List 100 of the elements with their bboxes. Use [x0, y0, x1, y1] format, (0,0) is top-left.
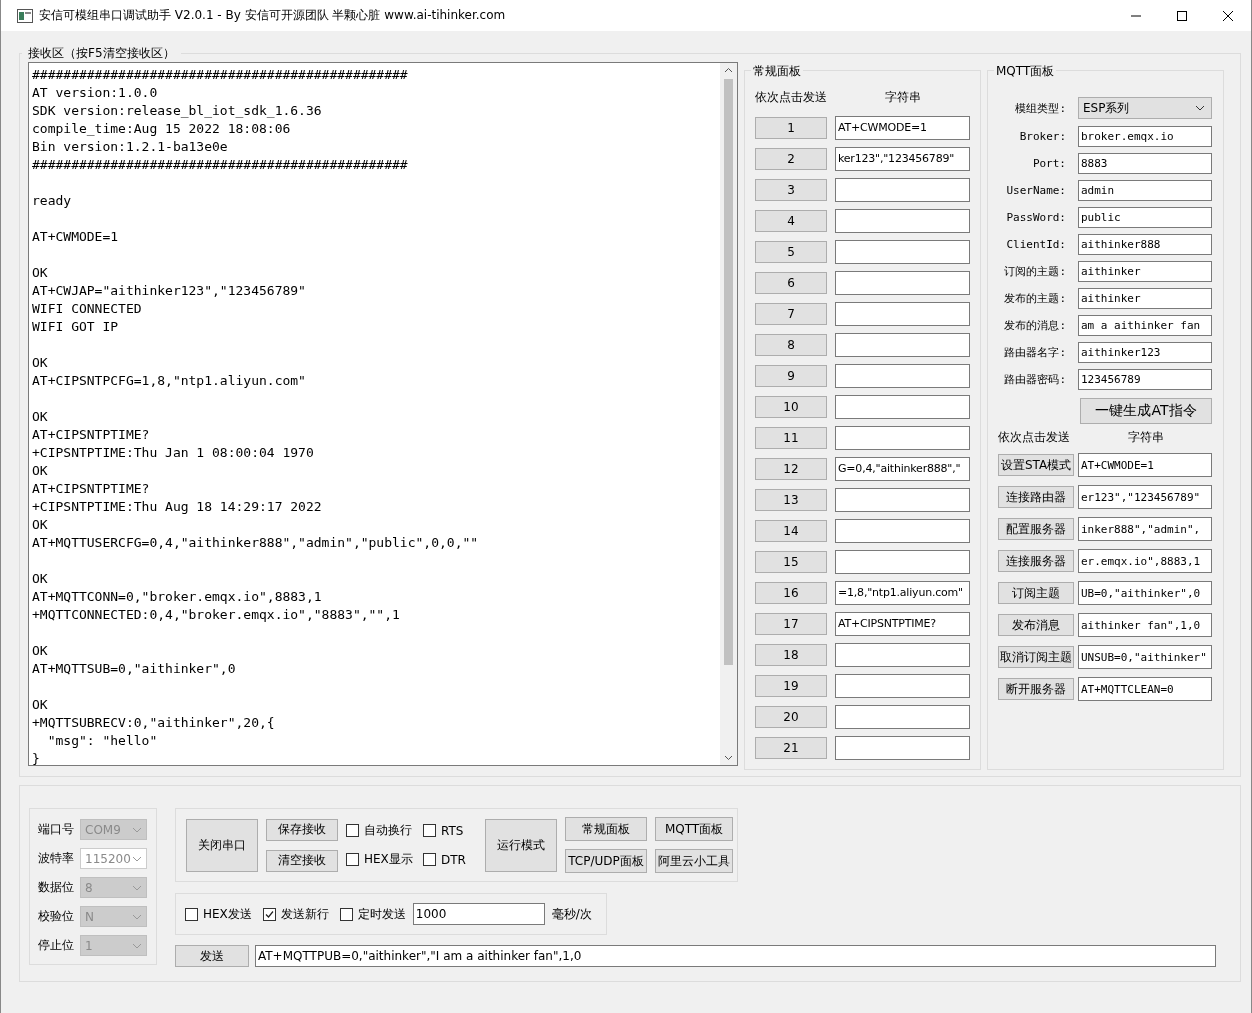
- panel-button[interactable]: TCP/UDP面板: [565, 849, 647, 873]
- send-button[interactable]: 18: [755, 643, 827, 666]
- scroll-up-icon[interactable]: [724, 67, 733, 73]
- checkbox[interactable]: [339, 907, 353, 921]
- send-button[interactable]: 21: [755, 736, 827, 759]
- input-field[interactable]: [835, 239, 970, 264]
- app-icon: [17, 8, 33, 23]
- command-button[interactable]: 设置STA模式: [998, 454, 1074, 476]
- panel-button[interactable]: MQTT面板: [655, 817, 733, 841]
- command-button[interactable]: 发布消息: [998, 614, 1074, 636]
- input-field[interactable]: [835, 332, 970, 357]
- command-button[interactable]: 断开服务器: [998, 678, 1074, 700]
- input-field[interactable]: ker123","123456789": [835, 146, 970, 171]
- close-port-button[interactable]: 关闭串口: [186, 818, 258, 872]
- input-field[interactable]: broker.emqx.io: [1078, 126, 1212, 147]
- send-button[interactable]: 1: [755, 116, 827, 139]
- checkbox-label: 发送新行: [280, 905, 329, 923]
- interval-field[interactable]: 1000: [412, 903, 545, 925]
- input-field[interactable]: UNSUB=0,"aithinker": [1078, 645, 1212, 669]
- close-icon[interactable]: [1222, 9, 1234, 22]
- send-button[interactable]: 4: [755, 209, 827, 232]
- input-field[interactable]: [835, 208, 970, 233]
- checkbox[interactable]: [423, 824, 436, 837]
- send-button[interactable]: 20: [755, 705, 827, 728]
- send-button[interactable]: 17: [755, 612, 827, 635]
- send-button[interactable]: 5: [755, 240, 827, 263]
- input-field[interactable]: AT+CWMODE=1: [835, 115, 970, 140]
- input-field[interactable]: [835, 735, 970, 760]
- send-button[interactable]: 11: [755, 426, 827, 449]
- input-field[interactable]: aithinker123: [1078, 342, 1212, 363]
- checkbox[interactable]: [346, 853, 359, 866]
- input-field[interactable]: [835, 270, 970, 295]
- field-label: 路由器名字:: [1003, 345, 1067, 360]
- save-button[interactable]: 保存接收: [266, 818, 338, 841]
- panel-button[interactable]: 阿里云小工具: [655, 849, 733, 873]
- input-field[interactable]: [835, 518, 970, 543]
- input-field[interactable]: [835, 394, 970, 419]
- field-label: 校验位: [38, 908, 75, 925]
- input-field[interactable]: AT+MQTTCLEAN=0: [1078, 677, 1212, 701]
- input-field[interactable]: [835, 487, 970, 512]
- input-field[interactable]: [835, 425, 970, 450]
- input-field[interactable]: [835, 673, 970, 698]
- command-button[interactable]: 订阅主题: [998, 582, 1074, 604]
- run-mode-button[interactable]: 运行模式: [485, 818, 557, 872]
- command-button[interactable]: 连接路由器: [998, 486, 1074, 508]
- send-input-field[interactable]: AT+MQTTPUB=0,"aithinker","I am a aithinker fan",1,0: [255, 945, 1216, 967]
- input-field[interactable]: am a aithinker fan: [1078, 315, 1212, 336]
- generate-button[interactable]: 一键生成AT指令: [1080, 398, 1212, 424]
- checkbox[interactable]: [262, 907, 276, 921]
- input-field[interactable]: aithinker fan",1,0: [1078, 613, 1212, 637]
- module-type-dropdown[interactable]: ESP系列: [1078, 97, 1212, 119]
- input-field[interactable]: AT+CWMODE=1: [1078, 453, 1212, 477]
- send-button[interactable]: 13: [755, 488, 827, 511]
- input-field[interactable]: 123456789: [1078, 369, 1212, 390]
- send-button[interactable]: 15: [755, 550, 827, 573]
- send-button[interactable]: 9: [755, 364, 827, 387]
- input-field[interactable]: er.emqx.io",8883,1: [1078, 549, 1212, 573]
- scrollbar[interactable]: [720, 63, 737, 765]
- command-button[interactable]: 配置服务器: [998, 518, 1074, 540]
- input-field[interactable]: er123","123456789": [1078, 485, 1212, 509]
- input-field[interactable]: aithinker888: [1078, 234, 1212, 255]
- checkbox[interactable]: [185, 907, 198, 921]
- input-field[interactable]: aithinker: [1078, 261, 1212, 282]
- send-button[interactable]: 10: [755, 395, 827, 418]
- send-button[interactable]: 14: [755, 519, 827, 542]
- input-field[interactable]: inker888","admin",: [1078, 517, 1212, 541]
- send-button[interactable]: 3: [755, 178, 827, 201]
- input-field[interactable]: [835, 177, 970, 202]
- input-field[interactable]: [835, 301, 970, 326]
- chevron-down-icon: [132, 942, 142, 949]
- command-button[interactable]: 取消订阅主题: [998, 646, 1074, 668]
- maximize-icon[interactable]: [1176, 9, 1188, 22]
- input-field[interactable]: AT+CIPSNTPTIME?: [835, 611, 970, 636]
- checkbox[interactable]: [423, 853, 436, 866]
- input-field[interactable]: [835, 642, 970, 667]
- scroll-down-icon[interactable]: [724, 755, 733, 761]
- clear-button[interactable]: 清空接收: [266, 849, 338, 872]
- input-field[interactable]: [835, 549, 970, 574]
- input-field[interactable]: UB=0,"aithinker",0: [1078, 581, 1212, 605]
- command-button[interactable]: 连接服务器: [998, 550, 1074, 572]
- send-button[interactable]: 12: [755, 457, 827, 480]
- checkbox[interactable]: [346, 824, 359, 837]
- send-button[interactable]: 8: [755, 333, 827, 356]
- send-button[interactable]: 16: [755, 581, 827, 604]
- dropdown[interactable]: 115200: [80, 848, 147, 869]
- input-field[interactable]: admin: [1078, 180, 1212, 201]
- send-button[interactable]: 19: [755, 674, 827, 697]
- receive-textarea[interactable]: ################################################ AT version:1.0.0 SDK version:release_bl_iot_sdk_1.6.36 compile_time:Aug 15 2022 18:08:06 Bin version:1.2.1-ba13e0e ################################################ ready AT+CWMODE=1 OK AT+CWJAP="aithinker123","123456789" WIFI CONNECTED WIFI GOT IP OK AT+CIPSNTPCFG=1,8,"ntp1.aliyun.com" OK AT+CIPSNTPTIME? +CIPSNTPTIME:Thu Jan 1 08:00:04 1970 OK AT+CIPSNTPTIME? +CIPSNTPTIME:Thu Aug 18 14:29:17 2022 OK AT+MQTTUSERCFG=0,4,"aithinker888","admin","public",0,0,"" OK AT+MQTTCONN=0,"broker.emqx.io",8883,1 +MQTTCONNECTED:0,4,"broker.emqx.io","8883","",1 OK AT+MQTTSUB=0,"aithinker",0 OK +MQTTSUBRECV:0,"aithinker",20,{ "msg": "hello" }: [28, 62, 738, 766]
- input-field[interactable]: aithinker: [1078, 288, 1212, 309]
- input-field[interactable]: [835, 704, 970, 729]
- input-field[interactable]: =1,8,"ntp1.aliyun.com": [835, 580, 970, 605]
- input-field[interactable]: public: [1078, 207, 1212, 228]
- input-field[interactable]: 8883: [1078, 153, 1212, 174]
- input-field[interactable]: [835, 363, 970, 388]
- send-button[interactable]: 6: [755, 271, 827, 294]
- send-button[interactable]: 发送: [175, 945, 249, 967]
- send-button[interactable]: 2: [755, 147, 827, 170]
- send-button[interactable]: 7: [755, 302, 827, 325]
- input-field[interactable]: G=0,4,"aithinker888",": [835, 456, 970, 481]
- panel-button[interactable]: 常规面板: [565, 817, 647, 841]
